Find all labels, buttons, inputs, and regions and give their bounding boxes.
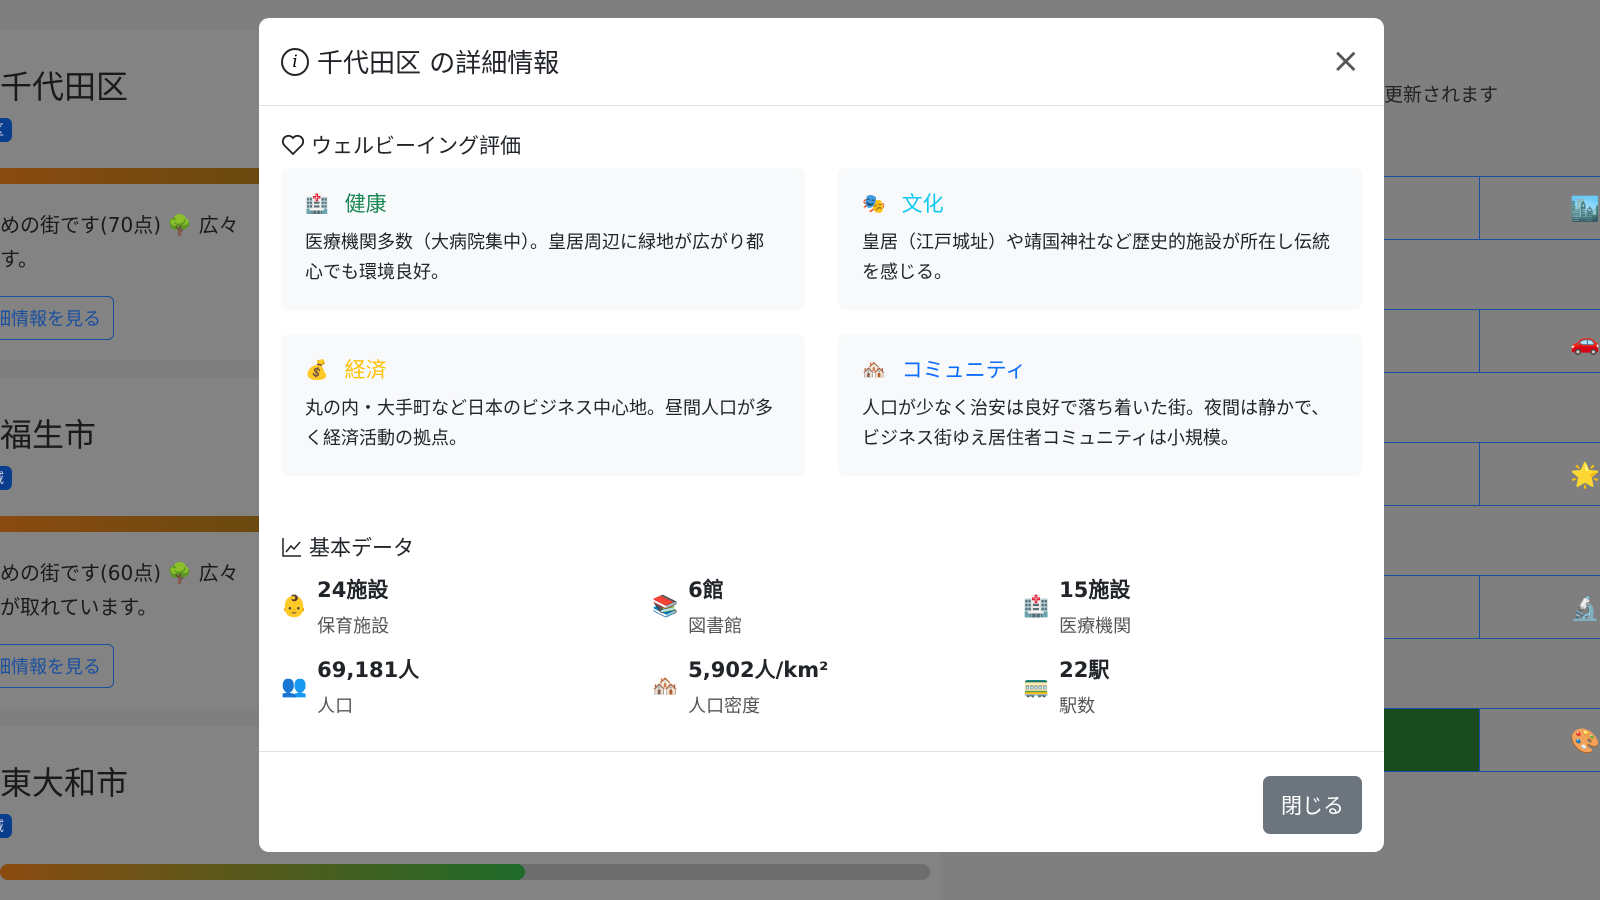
city-card: 福生市 域 めの街です(60点) 🌳 広々 が取れています。 細情報を見る xyxy=(0,378,260,708)
books-icon: 📚 xyxy=(652,593,679,618)
stat-label: 人口 xyxy=(317,696,354,717)
city-desc: めの街です(60点) 🌳 広々 xyxy=(0,561,239,585)
stat-label: 保育施設 xyxy=(317,616,390,637)
heart-icon xyxy=(281,134,305,156)
city-desc: が取れています。 xyxy=(0,595,158,619)
card-text: 丸の内・大手町など日本のビジネス中心地。昼間人口が多く経済活動の拠点。 xyxy=(305,398,773,449)
section-title: 基本データ xyxy=(309,536,414,560)
card-text: 皇居（江戸城址）や靖国神社など歴史的施設が所在し伝統を感じる。 xyxy=(862,232,1330,283)
stat-library: 📚 6館図書館 xyxy=(652,574,742,638)
city-desc: す。 xyxy=(0,247,38,271)
card-label: 文化 xyxy=(901,192,944,216)
modal-header: i 千代田区 の詳細情報 xyxy=(259,18,1384,106)
wellbeing-card-culture: 🎭 文化 皇居（江戸城址）や靖国神社など歴史的施設が所在し伝統を感じる。 xyxy=(838,168,1362,310)
score-bar xyxy=(0,516,260,532)
car-icon: 🚗 xyxy=(1570,328,1600,356)
wellbeing-card-economy: 💰 経済 丸の内・大手町など日本のビジネス中心地。昼間人口が多く経済活動の拠点。 xyxy=(281,334,805,476)
grid-row: 🚗 xyxy=(1384,309,1600,373)
theater-icon: 🎭 xyxy=(862,192,886,215)
stat-label: 人口密度 xyxy=(688,696,761,717)
city-badge: 域 xyxy=(0,466,12,490)
card-text: 医療機関多数（大病院集中）。皇居周辺に緑地が広がり都心でも環境良好。 xyxy=(305,232,764,283)
houses-icon: 🏘️ xyxy=(652,673,679,698)
city-badge: 域 xyxy=(0,814,12,838)
card-label: 経済 xyxy=(344,358,387,382)
stat-stations: 🚃 22駅駅数 xyxy=(1023,654,1109,718)
score-track xyxy=(0,864,930,880)
palette-icon: 🎨 xyxy=(1570,727,1600,755)
details-modal: i 千代田区 の詳細情報 × ウェルビーイング評価 🏥 健康 医療機関多数（大病院… xyxy=(259,18,1384,852)
stat-population: 👥 69,181人 人口 xyxy=(281,654,419,718)
stat-nursery: 👶 24施設保育施設 xyxy=(281,574,389,638)
houses-icon: 🏘️ xyxy=(862,358,886,381)
stat-density: 🏘️ 5,902人/km² 人口密度 xyxy=(652,654,828,718)
city-badge: 区 xyxy=(0,118,12,142)
stat-label: 図書館 xyxy=(688,616,743,637)
stat-value: 22駅 xyxy=(1059,658,1110,682)
stat-value: 69,181人 xyxy=(317,658,420,682)
stat-value: 5,902人/km² xyxy=(688,658,829,682)
info-icon: i xyxy=(281,47,309,76)
city-name: 千代田区 xyxy=(0,68,129,106)
card-label: 健康 xyxy=(344,192,387,216)
basic-data-heading: 基本データ xyxy=(281,532,414,562)
card-text: 人口が少なく治安は良好で落ち着いた街。夜間は静かで、ビジネス街ゆえ居住者コミュニ… xyxy=(862,398,1330,449)
wellbeing-card-community: 🏘️ コミュニティ 人口が少なく治安は良好で落ち着いた街。夜間は静かで、ビジネス街… xyxy=(838,334,1362,476)
city-desc: めの街です(70点) 🌳 広々 xyxy=(0,213,239,237)
city-name: 福生市 xyxy=(0,416,97,454)
details-button[interactable]: 細情報を見る xyxy=(0,644,114,688)
city-icon: 🏙️ xyxy=(1570,195,1600,223)
update-note: 更新されます xyxy=(1384,84,1499,106)
card-label: コミュニティ xyxy=(901,358,1027,382)
grid-row: 🎨 xyxy=(1384,708,1600,772)
details-button[interactable]: 細情報を見る xyxy=(0,296,114,340)
modal-footer-divider xyxy=(259,751,1384,752)
microscope-icon: 🔬 xyxy=(1570,594,1600,622)
city-card: 千代田区 区 めの街です(70点) 🌳 広々 す。 細情報を見る xyxy=(0,30,260,360)
stat-label: 駅数 xyxy=(1059,696,1096,717)
star-icon: 🌟 xyxy=(1570,461,1600,489)
stat-value: 6館 xyxy=(688,578,724,602)
train-icon: 🚃 xyxy=(1023,673,1050,698)
close-icon[interactable]: × xyxy=(1332,44,1361,78)
city-name: 東大和市 xyxy=(0,764,129,802)
stat-label: 医療機関 xyxy=(1059,616,1132,637)
score-bar xyxy=(0,168,260,184)
people-icon: 👥 xyxy=(281,673,308,698)
modal-title: 千代田区 の詳細情報 xyxy=(317,49,560,79)
stat-medical: 🏥 15施設医療機関 xyxy=(1023,574,1131,638)
stat-value: 15施設 xyxy=(1059,578,1131,602)
stat-value: 24施設 xyxy=(317,578,389,602)
hospital-icon: 🏥 xyxy=(305,192,329,215)
grid-row: 🌟 xyxy=(1384,442,1600,506)
money-bag-icon: 💰 xyxy=(305,358,329,381)
wellbeing-heading: ウェルビーイング評価 xyxy=(281,130,521,160)
close-button[interactable]: 閉じる xyxy=(1263,776,1362,834)
score-bar xyxy=(0,864,525,880)
hospital-icon: 🏥 xyxy=(1023,593,1050,618)
grid-row: 🏙️ xyxy=(1384,176,1600,240)
wellbeing-card-health: 🏥 健康 医療機関多数（大病院集中）。皇居周辺に緑地が広がり都心でも環境良好。 xyxy=(281,168,805,310)
section-title: ウェルビーイング評価 xyxy=(311,134,521,158)
baby-icon: 👶 xyxy=(281,593,308,618)
chart-line-icon xyxy=(282,538,301,557)
grid-row: 🔬 xyxy=(1384,575,1600,639)
